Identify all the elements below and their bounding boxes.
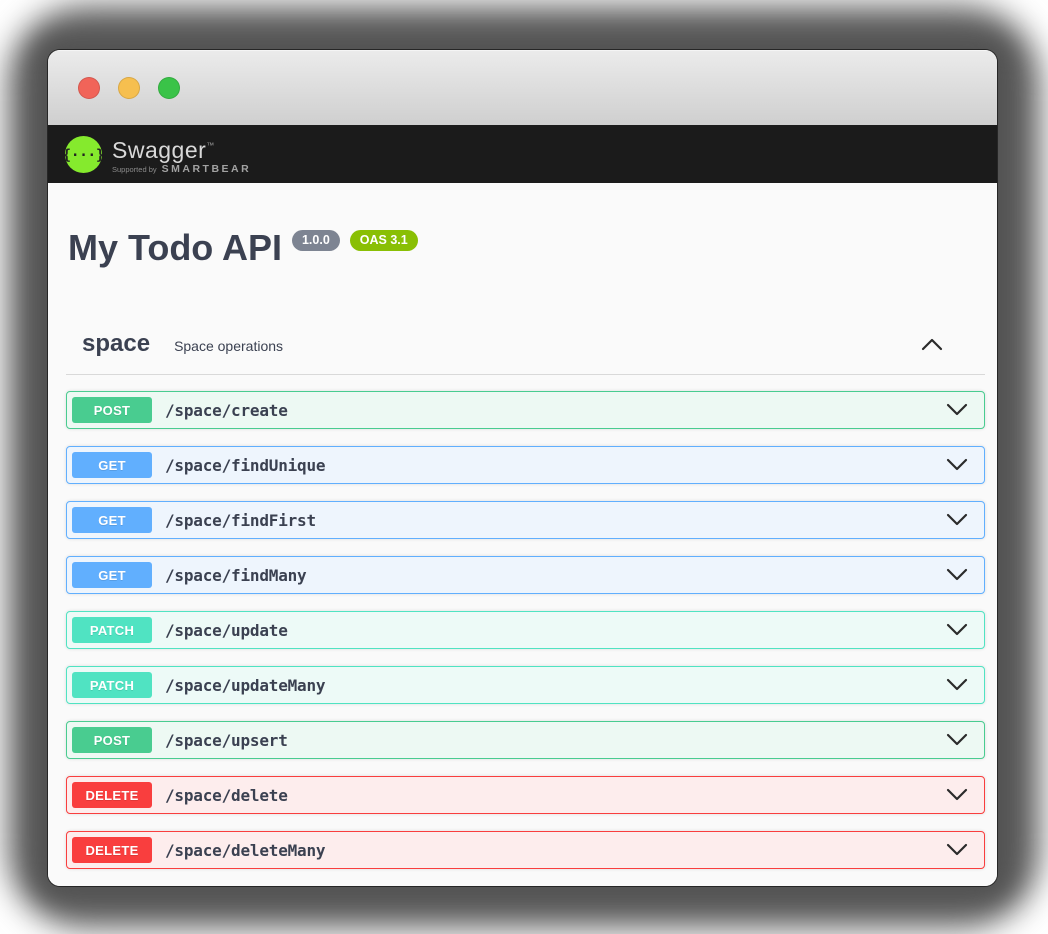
close-icon[interactable] [78, 77, 100, 99]
operation-row[interactable]: POST /space/create [66, 391, 985, 429]
chevron-down-icon[interactable] [946, 623, 968, 637]
swagger-topbar: {···} Swagger™ Supported by SMARTBEAR [48, 125, 997, 183]
operation-path: /space/findUnique [165, 456, 325, 475]
operation-path: /space/deleteMany [165, 841, 325, 860]
macos-titlebar [48, 50, 997, 125]
app-window: {···} Swagger™ Supported by SMARTBEAR My… [48, 50, 997, 886]
chevron-down-icon[interactable] [946, 788, 968, 802]
tag-section-header[interactable]: space Space operations [82, 330, 957, 358]
operation-row[interactable]: DELETE /space/deleteMany [66, 831, 985, 869]
tag-name: space [82, 330, 150, 358]
operation-path: /space/findFirst [165, 511, 316, 530]
operations-list: POST /space/create GET /space/findUnique… [66, 391, 985, 869]
method-badge: PATCH [72, 617, 152, 643]
svg-text:{···}: {···} [65, 147, 102, 163]
operation-row[interactable]: GET /space/findFirst [66, 501, 985, 539]
api-title-text: My Todo API [68, 227, 282, 268]
zoom-icon[interactable] [158, 77, 180, 99]
method-badge: GET [72, 452, 152, 478]
method-badge: DELETE [72, 837, 152, 863]
minimize-icon[interactable] [118, 77, 140, 99]
sponsor-label: SMARTBEAR [162, 163, 252, 175]
operation-row[interactable]: PATCH /space/update [66, 611, 985, 649]
method-badge: POST [72, 397, 152, 423]
method-badge: DELETE [72, 782, 152, 808]
chevron-down-icon[interactable] [946, 458, 968, 472]
operation-path: /space/upsert [165, 731, 288, 750]
operation-path: /space/findMany [165, 566, 307, 585]
chevron-down-icon[interactable] [946, 678, 968, 692]
chevron-down-icon[interactable] [946, 733, 968, 747]
swagger-logo-icon[interactable]: {···} [65, 136, 102, 173]
operation-path: /space/updateMany [165, 676, 325, 695]
method-badge: GET [72, 562, 152, 588]
method-badge: PATCH [72, 672, 152, 698]
chevron-down-icon[interactable] [946, 403, 968, 417]
api-content: My Todo API 1.0.0 OAS 3.1 space Space oper… [48, 183, 997, 886]
method-badge: GET [72, 507, 152, 533]
swagger-logo-text[interactable]: Swagger™ Supported by SMARTBEAR [112, 134, 251, 175]
section-divider [66, 374, 985, 375]
method-badge: POST [72, 727, 152, 753]
operation-row[interactable]: DELETE /space/delete [66, 776, 985, 814]
operation-row[interactable]: POST /space/upsert [66, 721, 985, 759]
chevron-down-icon[interactable] [946, 568, 968, 582]
page-title: My Todo API 1.0.0 OAS 3.1 [68, 228, 985, 268]
operation-row[interactable]: GET /space/findMany [66, 556, 985, 594]
screenshot-stage: {···} Swagger™ Supported by SMARTBEAR My… [0, 0, 1048, 934]
operation-row[interactable]: GET /space/findUnique [66, 446, 985, 484]
supported-by-label: Supported by [112, 165, 157, 174]
trademark-symbol: ™ [206, 141, 215, 150]
operation-path: /space/create [165, 401, 288, 420]
chevron-down-icon[interactable] [946, 843, 968, 857]
chevron-up-icon[interactable] [921, 337, 943, 351]
tag-description: Space operations [174, 338, 283, 354]
operation-row[interactable]: PATCH /space/updateMany [66, 666, 985, 704]
version-badge: 1.0.0 [292, 230, 340, 251]
operation-path: /space/delete [165, 786, 288, 805]
oas-badge: OAS 3.1 [350, 230, 418, 251]
chevron-down-icon[interactable] [946, 513, 968, 527]
operation-path: /space/update [165, 621, 288, 640]
logo-title-label: Swagger [112, 137, 206, 163]
